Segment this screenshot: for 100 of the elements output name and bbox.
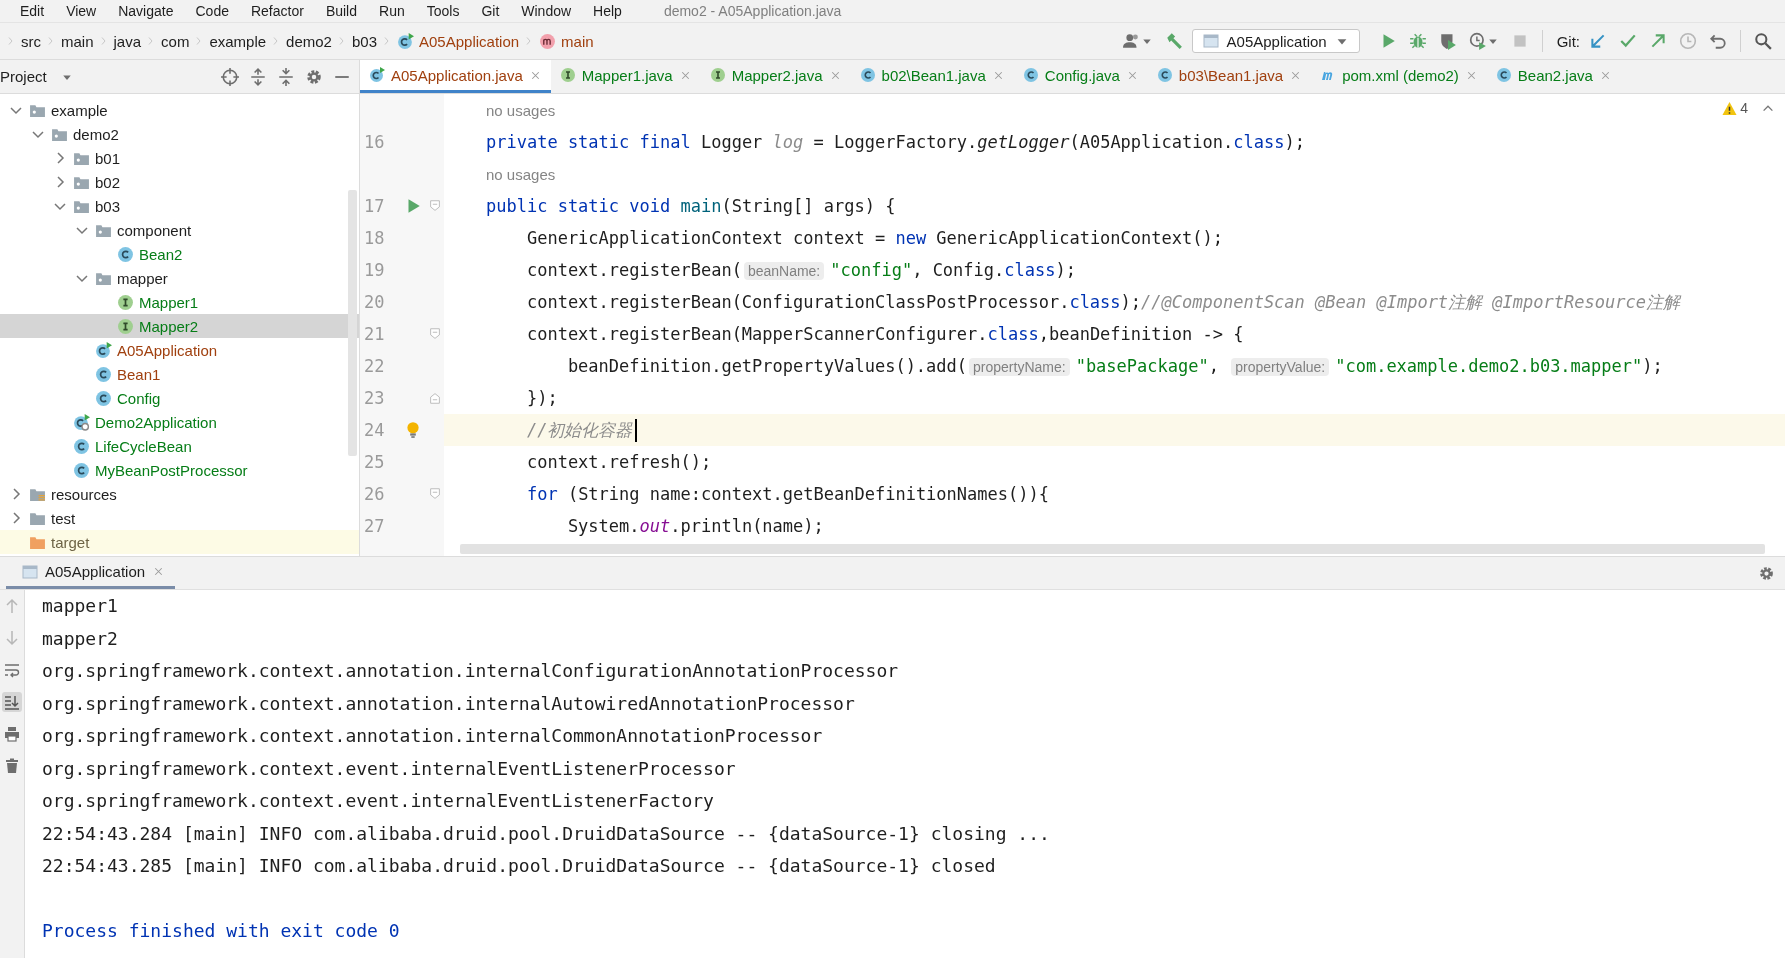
breadcrumb-item[interactable]: main (58, 32, 97, 50)
tree-item[interactable]: b03 (0, 194, 359, 218)
expand-all-icon[interactable] (249, 67, 267, 86)
breadcrumb-item[interactable]: b03 (348, 32, 380, 50)
menu-item[interactable]: View (66, 3, 97, 19)
tree-item[interactable]: Config (0, 386, 359, 410)
menu-item[interactable]: Build (325, 3, 357, 19)
trash-icon[interactable] (4, 758, 20, 774)
class-icon (73, 437, 90, 455)
chevron-right-icon (99, 34, 108, 48)
menu-item[interactable]: Code (195, 3, 229, 19)
collapse-all-icon[interactable] (277, 67, 295, 86)
editor-tab[interactable]: b02\Bean1.java (850, 60, 1014, 93)
code-line: context.registerBean( beanName: "config", Config.class); (525, 260, 1076, 280)
tree-item[interactable]: mapper (0, 266, 359, 290)
tree-item[interactable]: Demo2Application (0, 410, 359, 434)
tree-item[interactable]: Bean1 (0, 362, 359, 386)
run-tab[interactable]: A05Application (6, 557, 176, 589)
code-line: context.refresh(); (525, 452, 712, 472)
check-icon[interactable] (1619, 32, 1637, 50)
editor-tab[interactable]: Mapper2.java (700, 60, 851, 93)
console-line: 22:54:43.285 [main] INFO com.alibaba.druid.pool.DruidDataSource -- {dataSource-1} closed (42, 854, 997, 878)
tree-item[interactable]: component (0, 218, 359, 242)
tree-item[interactable]: Mapper2 (0, 314, 359, 338)
bug-icon[interactable] (1408, 32, 1427, 50)
editor-tab[interactable]: b03\Bean1.java (1147, 60, 1312, 93)
menu-item[interactable]: Tools (426, 3, 460, 19)
editor-tab[interactable]: Mapper1.java (550, 60, 701, 93)
breadcrumb-item[interactable]: example (206, 32, 270, 50)
tree-item[interactable]: Bean2 (0, 242, 359, 266)
line-number: 21 (363, 324, 386, 344)
warning-count[interactable]: 4 (1740, 100, 1748, 116)
project-view-dropdown[interactable]: Project (0, 68, 73, 85)
tree-item[interactable]: example (0, 98, 359, 122)
search-icon[interactable] (1754, 32, 1772, 50)
run-class-icon (95, 341, 112, 359)
scroll-to-end-icon[interactable] (4, 694, 20, 710)
usage-hint[interactable]: no usages (486, 165, 556, 183)
breadcrumb-item[interactable]: java (110, 32, 145, 50)
editor-tab[interactable]: A05Application.java (360, 60, 551, 93)
menu-item[interactable]: Navigate (118, 3, 174, 19)
menu-item[interactable]: Window (521, 3, 572, 19)
console-line: Process finished with exit code 0 (42, 918, 401, 943)
tree-item[interactable]: Mapper1 (0, 290, 359, 314)
code-line: System.out.println(name); (566, 516, 824, 536)
class-icon (1022, 67, 1039, 83)
breadcrumb-item[interactable]: com (158, 32, 193, 50)
editor-tab[interactable]: Config.java (1013, 60, 1148, 93)
class-icon (1495, 67, 1512, 83)
settings-icon[interactable] (305, 67, 323, 86)
crosshair-icon[interactable] (221, 67, 239, 86)
interface-icon (117, 293, 134, 311)
line-number: 26 (363, 484, 386, 504)
code-line: private static final Logger log = LoggerFactory.getLogger(A05Application.class); (486, 132, 1305, 152)
line-number: 20 (363, 292, 386, 312)
shield-run-icon[interactable] (1438, 32, 1457, 50)
breadcrumb-item[interactable]: main (536, 32, 597, 50)
lightbulb-icon[interactable] (404, 421, 422, 439)
usage-hint[interactable]: no usages (486, 101, 556, 119)
menu-item[interactable]: Run (379, 3, 405, 19)
tree-item[interactable]: b02 (0, 170, 359, 194)
breadcrumb-item[interactable]: demo2 (283, 32, 335, 50)
code-line: for (String name:context.getBeanDefinitionNames()){ (525, 484, 1049, 504)
run-configuration-dropdown[interactable]: A05Application (1191, 29, 1360, 53)
menu-item[interactable]: Git (481, 3, 500, 19)
settings-icon[interactable] (1758, 564, 1775, 582)
tree-item[interactable]: target (0, 530, 359, 554)
arrow-up-right-icon[interactable] (1649, 32, 1667, 50)
editor-tab[interactable]: Bean2.java (1486, 60, 1621, 93)
chevron-right-icon (337, 34, 346, 48)
menu-item[interactable]: Refactor (250, 3, 304, 19)
menu-item[interactable]: Help (593, 3, 622, 19)
undo-icon[interactable] (1709, 32, 1727, 50)
window-title: demo2 - A05Application.java (663, 3, 842, 19)
tree-item[interactable]: MyBeanPostProcessor (0, 458, 359, 482)
arrow-down-left-icon[interactable] (1589, 32, 1607, 50)
hammer-icon[interactable] (1164, 32, 1183, 50)
editor-tab[interactable]: pom.xml (demo2) (1311, 60, 1487, 93)
soft-wrap-icon[interactable] (4, 662, 20, 678)
run-class-icon (397, 32, 414, 50)
class-icon (95, 389, 112, 407)
scrollbar[interactable] (460, 544, 1765, 554)
tree-item[interactable]: resources (0, 482, 359, 506)
line-number: 27 (363, 516, 386, 536)
menu-item[interactable]: Edit (20, 3, 45, 19)
window-icon (22, 563, 38, 580)
chevron-right-icon (7, 34, 15, 48)
tree-item[interactable]: demo2 (0, 122, 359, 146)
scrollbar[interactable] (348, 190, 357, 456)
tree-item[interactable]: test (0, 506, 359, 530)
tree-item[interactable]: A05Application (0, 338, 359, 362)
breadcrumb-item[interactable]: A05Application (394, 32, 523, 50)
clock-run-icon[interactable] (1468, 32, 1487, 50)
tree-item[interactable]: LifeCycleBean (0, 434, 359, 458)
tree-item[interactable]: b01 (0, 146, 359, 170)
code-line: GenericApplicationContext context = new GenericApplicationContext(); (525, 228, 1223, 248)
printer-icon[interactable] (4, 726, 20, 742)
breadcrumb-item[interactable]: src (18, 32, 44, 50)
line-number: 17 (363, 196, 386, 216)
users-icon[interactable] (1122, 32, 1141, 50)
